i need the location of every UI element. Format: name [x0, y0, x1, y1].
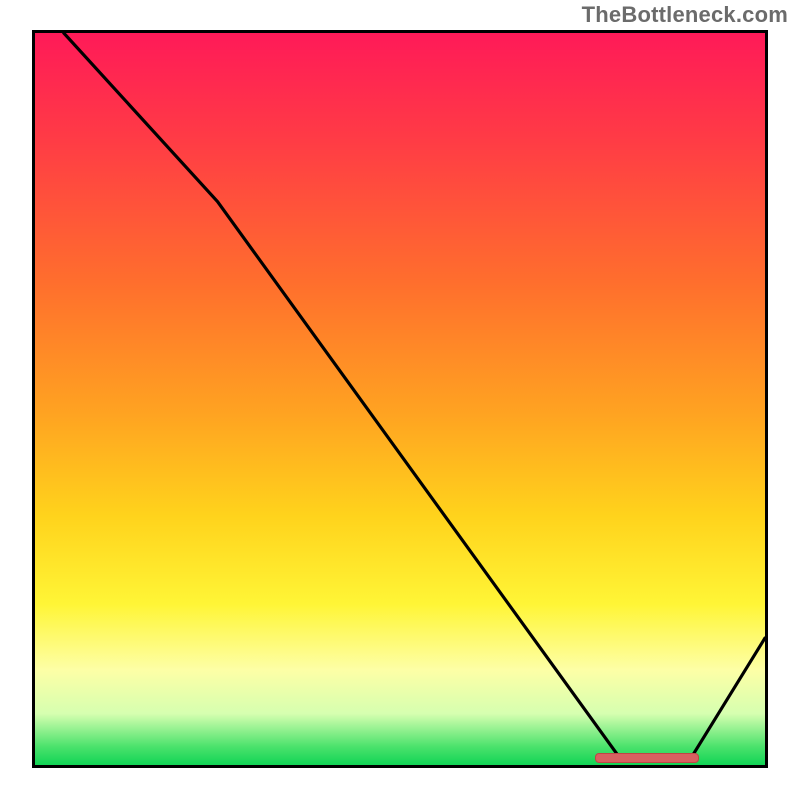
- gradient-background: [35, 33, 765, 765]
- watermark-text: TheBottleneck.com: [582, 2, 788, 28]
- chart-stage: TheBottleneck.com: [0, 0, 800, 800]
- plot-area: [32, 30, 768, 768]
- optimal-range-marker: [595, 753, 699, 763]
